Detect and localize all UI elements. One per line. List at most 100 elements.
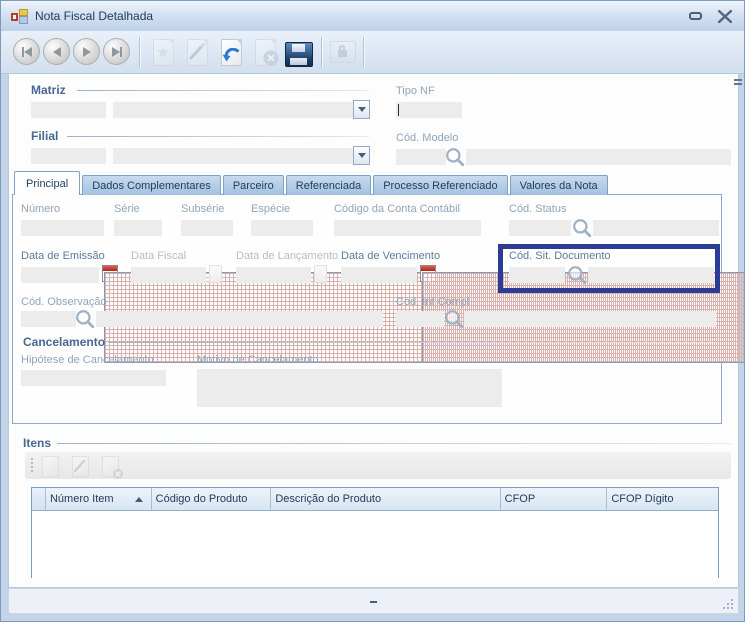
hipotese-cancelamento-field[interactable] — [21, 370, 166, 386]
cod-status-search-icon[interactable] — [572, 218, 592, 238]
tabstrip: Principal Dados Complementares Parceiro … — [14, 171, 608, 195]
tab-principal[interactable]: Principal — [14, 171, 80, 195]
close-icon[interactable] — [718, 10, 732, 23]
side-grip — [734, 79, 742, 87]
conta-contabil-label: Código da Conta Contábil — [334, 203, 460, 215]
data-vencimento-calendar-icon[interactable] — [420, 265, 436, 282]
cod-observacao-field[interactable] — [21, 311, 76, 327]
grid-body-empty[interactable] — [32, 511, 718, 579]
cod-inf-compl-desc-field — [464, 311, 716, 327]
matriz-group-label: Matriz — [31, 83, 66, 97]
window-title: Nota Fiscal Detalhada — [35, 9, 153, 23]
toolbar-separator — [139, 37, 140, 67]
conta-contabil-field[interactable] — [334, 220, 481, 236]
titlebar: Nota Fiscal Detalhada — [1, 1, 745, 32]
subserie-field[interactable] — [181, 220, 233, 236]
data-emissao-field[interactable] — [21, 267, 99, 283]
cod-observacao-label: Cód. Observação — [21, 296, 107, 308]
toolbar-grip — [31, 458, 33, 474]
statusbar — [8, 588, 739, 614]
data-lancamento-label: Data de Lançamento — [236, 250, 338, 262]
sort-ascending-icon — [135, 497, 143, 502]
row-selector-header — [32, 488, 46, 510]
tab-processo-referenciado[interactable]: Processo Referenciado — [373, 175, 507, 195]
matriz-name-field[interactable] — [113, 102, 353, 118]
especie-label: Espécie — [251, 203, 290, 215]
column-header-cfop-digito[interactable]: CFOP Dígito — [607, 488, 718, 510]
itens-toolbar — [25, 452, 731, 479]
data-lancamento-field — [236, 267, 311, 283]
text-cursor — [398, 104, 399, 116]
last-record-icon[interactable] — [103, 38, 130, 65]
column-label: CFOP Dígito — [611, 493, 673, 505]
data-vencimento-field[interactable] — [341, 267, 417, 283]
hipotese-cancelamento-label: Hipótese de Cancelamento — [21, 354, 154, 366]
data-vencimento-label: Data de Vencimento — [341, 250, 440, 262]
tipo-nf-label: Tipo NF — [396, 85, 435, 97]
column-label: Descrição do Produto — [275, 493, 381, 505]
motivo-cancelamento-label: Motivo de Cancelamento — [197, 354, 319, 366]
filial-group-label: Filial — [31, 129, 58, 143]
column-header-descricao-produto[interactable]: Descrição do Produto — [271, 488, 500, 510]
edit-document-icon — [183, 38, 211, 66]
matriz-dropdown-button[interactable] — [353, 100, 370, 119]
minimize-icon[interactable] — [689, 12, 702, 20]
column-label: CFOP — [505, 493, 536, 505]
cod-modelo-field[interactable] — [396, 149, 446, 165]
serie-field[interactable] — [114, 220, 162, 236]
tipo-nf-field[interactable] — [396, 102, 462, 118]
matriz-rule — [77, 90, 369, 91]
especie-field[interactable] — [251, 220, 313, 236]
cod-inf-compl-label: Cód. Inf Compl — [396, 296, 469, 308]
tab-dados-complementares[interactable]: Dados Complementares — [82, 175, 221, 195]
filial-name-field[interactable] — [113, 148, 353, 164]
save-icon[interactable] — [285, 40, 313, 68]
column-label: Código do Produto — [156, 493, 248, 505]
itens-rule — [57, 443, 731, 444]
column-header-numero-item[interactable]: Número Item — [46, 488, 152, 510]
cod-modelo-search-icon[interactable] — [445, 147, 465, 167]
next-record-icon[interactable] — [73, 38, 100, 65]
previous-record-icon[interactable] — [43, 38, 70, 65]
cancelamento-group-label: Cancelamento — [23, 335, 105, 349]
filial-code-field[interactable] — [31, 148, 106, 164]
cod-observacao-search-icon[interactable] — [75, 309, 95, 329]
cod-inf-compl-search-icon[interactable] — [444, 309, 464, 329]
tab-referenciada[interactable]: Referenciada — [286, 175, 371, 195]
toolbar-separator — [363, 37, 364, 67]
new-document-icon — [149, 38, 177, 66]
undo-document-icon[interactable] — [217, 38, 245, 66]
matriz-code-field[interactable] — [31, 102, 106, 118]
splitter-handle[interactable] — [370, 601, 377, 603]
cancelamento-rule — [108, 342, 717, 343]
cod-inf-compl-field[interactable] — [396, 311, 444, 327]
cod-status-field[interactable] — [509, 220, 571, 236]
lock-icon — [329, 38, 357, 66]
column-header-codigo-produto[interactable]: Código do Produto — [152, 488, 272, 510]
motivo-cancelamento-textarea[interactable] — [197, 369, 502, 407]
resize-grip-icon[interactable] — [721, 597, 733, 609]
tab-parceiro[interactable]: Parceiro — [223, 175, 284, 195]
cancel-document-icon — [251, 38, 279, 66]
filial-dropdown-button[interactable] — [353, 146, 370, 165]
delete-item-icon — [99, 455, 121, 477]
data-fiscal-label: Data Fiscal — [131, 250, 186, 262]
data-emissao-calendar-icon[interactable] — [102, 265, 118, 282]
cod-sit-documento-search-icon[interactable] — [567, 265, 587, 285]
cod-sit-documento-field[interactable] — [509, 267, 565, 283]
filial-rule — [67, 136, 369, 137]
nota-fiscal-window: Nota Fiscal Detalhada — [0, 0, 745, 622]
numero-label: Número — [21, 203, 60, 215]
first-record-icon[interactable] — [13, 38, 40, 65]
numero-field[interactable] — [21, 220, 104, 236]
data-emissao-label: Data de Emissão — [21, 250, 105, 262]
serie-label: Série — [114, 203, 140, 215]
itens-grid: Número Item Código do Produto Descrição … — [31, 487, 719, 578]
itens-group-label: Itens — [23, 436, 51, 450]
app-icon — [11, 9, 28, 24]
data-fiscal-picker-button — [209, 265, 222, 283]
cod-sit-documento-desc-field — [588, 267, 714, 283]
main-toolbar — [1, 31, 745, 74]
column-header-cfop[interactable]: CFOP — [501, 488, 608, 510]
tab-valores-da-nota[interactable]: Valores da Nota — [510, 175, 608, 195]
